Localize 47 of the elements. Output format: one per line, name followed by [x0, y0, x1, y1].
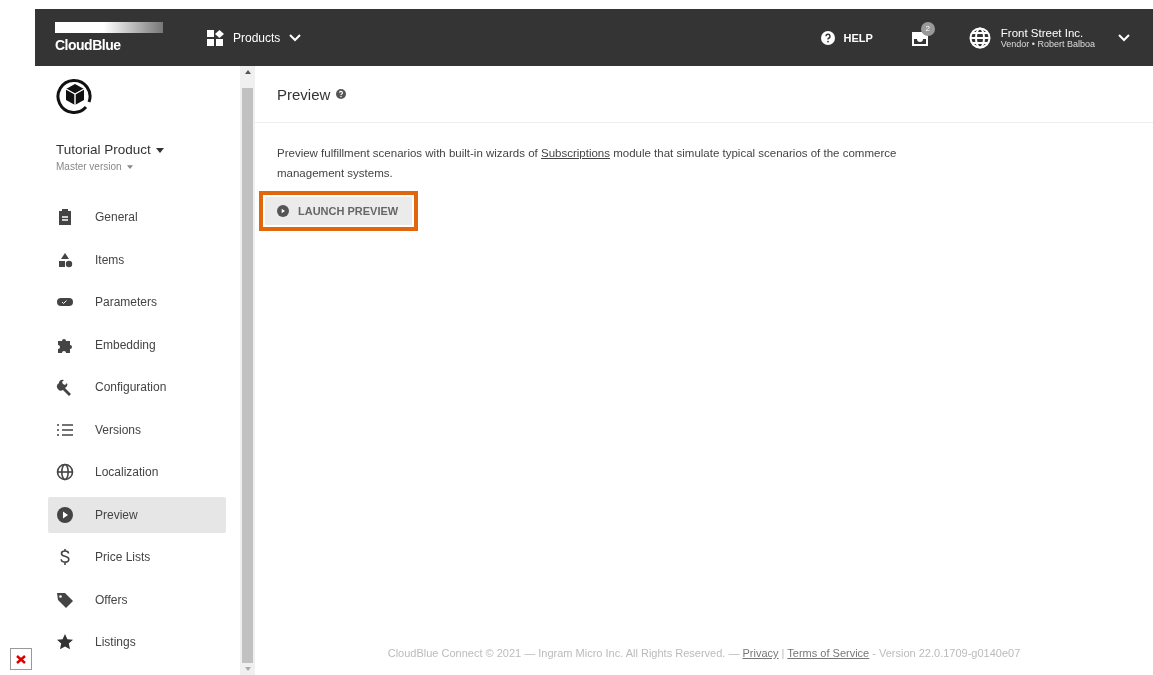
tag-icon	[56, 590, 74, 609]
subscriptions-link[interactable]: Subscriptions	[540, 147, 610, 159]
play-icon	[56, 505, 74, 524]
products-menu[interactable]: Products	[207, 29, 303, 46]
scroll-up-icon[interactable]	[244, 70, 251, 74]
sidebar-item[interactable]: Offers	[48, 581, 226, 618]
sidebar-item[interactable]: Localization	[48, 454, 226, 490]
sidebar-item[interactable]: Listings	[48, 624, 226, 660]
star-icon	[56, 633, 74, 651]
sidebar-item[interactable]: Versions	[48, 411, 226, 448]
globe-icon	[968, 26, 991, 49]
broken-image-icon	[10, 648, 32, 670]
chevron-down-icon	[288, 32, 303, 43]
chevron-down-icon	[1117, 32, 1131, 43]
scrollbar-thumb[interactable]	[242, 88, 253, 663]
sidebar-item[interactable]: Price Lists	[48, 539, 226, 575]
logo[interactable]: CloudBlue	[55, 37, 165, 53]
sidebar-item[interactable]: Embedding	[48, 326, 226, 363]
sidebar-item[interactable]: General	[48, 199, 226, 235]
caret-icon	[126, 165, 133, 170]
sidebar-item[interactable]: Preview	[48, 496, 226, 533]
product-selector[interactable]: Tutorial Product	[56, 142, 164, 157]
account-menu[interactable]: Front Street Inc. Vendor • Robert Balboa	[968, 26, 1131, 49]
version-selector[interactable]: Master version	[56, 161, 133, 172]
caret-icon	[155, 147, 164, 153]
terms-link[interactable]: Terms of Service	[787, 647, 870, 659]
sidebar-item[interactable]: Items	[48, 241, 226, 278]
wrench-icon	[56, 378, 74, 396]
privacy-link[interactable]: Privacy	[742, 647, 779, 659]
globe-icon	[56, 463, 74, 481]
apps-icon	[207, 29, 225, 46]
description-text: Preview fulfillment scenarios with built-in wizards of Subscriptions module that simulate typical scenarios of the commerce management systems.	[277, 146, 898, 181]
sidebar-item[interactable]: Configuration	[48, 369, 226, 405]
account-role: Vendor • Robert Balboa	[1000, 38, 1095, 49]
product-logo-icon	[56, 76, 94, 114]
play-icon	[277, 205, 289, 217]
logo-gradient-icon	[55, 22, 163, 33]
footer-text: CloudBlue Connect © 2021 — Ingram Micro Inc. All Rights Reserved. — Privacy | Terms of Service - Version 22.0.1709-g0140e07	[387, 647, 1021, 659]
page-title: Preview	[277, 85, 331, 103]
notification-badge: 2	[920, 21, 935, 36]
help-icon[interactable]	[336, 89, 347, 99]
sidebar-item[interactable]: Parameters	[48, 284, 226, 320]
help-button[interactable]: HELP	[821, 30, 873, 45]
clipboard-icon	[56, 208, 74, 226]
launch-preview-button[interactable]: LAUNCH PREVIEW	[265, 197, 413, 225]
help-icon	[821, 30, 836, 45]
account-name: Front Street Inc.	[1000, 26, 1085, 39]
